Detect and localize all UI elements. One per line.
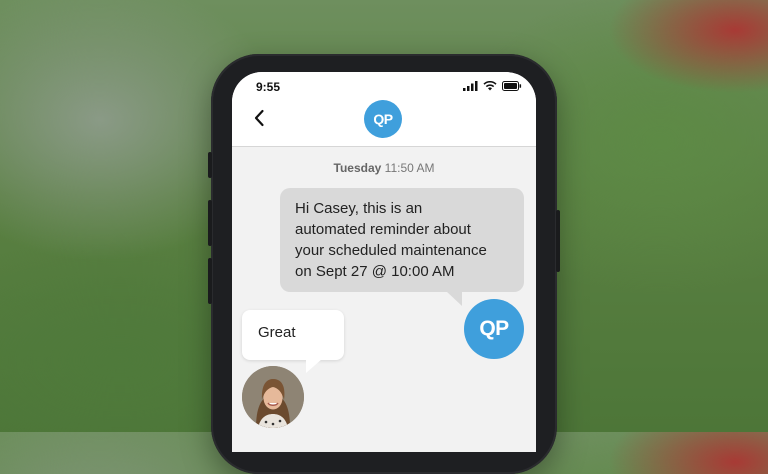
conversation-header: QP [232, 100, 536, 147]
volume-down-button [208, 258, 212, 304]
message-line: Hi Casey, this is an [295, 200, 423, 217]
message-line: your scheduled maintenance [295, 242, 487, 259]
message-line: on Sept 27 @ 10:00 AM [295, 263, 455, 280]
message-line: automated reminder about [295, 221, 471, 238]
wifi-icon [483, 81, 497, 91]
timestamp-time: 11:50 AM [384, 161, 435, 175]
silent-switch [208, 152, 212, 178]
status-icons [463, 81, 522, 91]
phone-screen: 9:55 QP Tuesday 11:50 AM Hi Casey, this … [232, 72, 536, 452]
bubble-tail [446, 291, 462, 306]
message-timestamp: Tuesday 11:50 AM [232, 161, 536, 175]
person-photo-icon [242, 366, 304, 428]
status-time: 9:55 [256, 80, 281, 94]
volume-up-button [208, 200, 212, 246]
customer-avatar [242, 366, 304, 428]
timestamp-day: Tuesday [333, 161, 382, 175]
incoming-message-bubble: Great [242, 310, 344, 373]
chevron-left-icon [254, 109, 264, 127]
battery-icon [502, 81, 522, 91]
message-text: Great [258, 324, 296, 341]
outgoing-message-bubble: Hi Casey, this is an automated reminder … [280, 188, 524, 306]
bubble-tail [306, 359, 322, 373]
back-button[interactable] [250, 108, 270, 128]
power-button [556, 210, 560, 272]
contact-avatar[interactable]: QP [364, 100, 402, 138]
signal-icon [463, 81, 478, 91]
sender-avatar: QP [464, 299, 524, 359]
status-bar: 9:55 [232, 72, 536, 102]
